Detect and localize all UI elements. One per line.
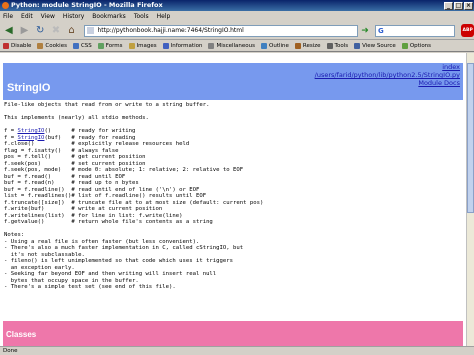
stringio-link[interactable]: StringIO (17, 128, 44, 134)
module-header: StringIO index /users/farid/python/lib/p… (3, 63, 463, 100)
go-button[interactable]: ➜ (361, 25, 371, 37)
css-icon (72, 42, 79, 49)
page-content: StringIO index /users/farid/python/lib/p… (0, 53, 466, 346)
tools-icon (326, 42, 333, 49)
search-box[interactable]: G (375, 24, 456, 37)
vertical-scrollbar[interactable] (466, 53, 474, 346)
index-link[interactable]: index (315, 63, 460, 71)
menu-view[interactable]: View (41, 13, 55, 20)
menu-edit[interactable]: Edit (21, 13, 33, 20)
doc-line: - There's a simple test set (see end of … (4, 284, 176, 290)
forms-icon (97, 42, 104, 49)
google-search-icon: G (378, 26, 384, 35)
outline-icon (261, 42, 268, 49)
page-favicon-icon (87, 27, 95, 34)
toolbar-label: Resize (302, 42, 321, 49)
module-docs-link[interactable]: Module Docs (315, 79, 460, 87)
menu-file[interactable]: File (3, 13, 13, 20)
classes-heading: Classes (6, 330, 37, 339)
toolbar-forms-button[interactable]: Forms (97, 42, 123, 49)
cookies-icon (37, 42, 44, 49)
toolbar-misc-button[interactable]: Miscellaneous (208, 42, 256, 49)
module-title: StringIO (7, 82, 51, 94)
toolbar-cookies-button[interactable]: Cookies (37, 42, 67, 49)
misc-icon (208, 42, 215, 49)
toolbar-label: Information (170, 42, 203, 49)
images-icon (128, 42, 135, 49)
toolbar-options-button[interactable]: Options (401, 42, 432, 49)
navigation-toolbar: ◀ ▶ ↻ ✖ ⌂ http://pythonbook.hajji.name:7… (0, 22, 474, 40)
toolbar-label: Disable (11, 42, 32, 49)
url-text: http://pythonbook.hajji.name:7464/String… (97, 27, 244, 34)
minimize-button[interactable]: _ (444, 1, 453, 10)
status-bar: Done (0, 346, 474, 355)
menu-bar: File Edit View History Bookmarks Tools H… (0, 11, 474, 22)
toolbar-resize-button[interactable]: Resize (294, 42, 321, 49)
toolbar-label: View Source (362, 42, 396, 49)
source-file-link[interactable]: /users/farid/python/lib/python2.5/String… (315, 71, 460, 79)
stop-button[interactable]: ✖ (49, 24, 63, 38)
home-button[interactable]: ⌂ (65, 24, 79, 38)
toolbar-images-button[interactable]: Images (128, 42, 157, 49)
adblock-icon[interactable]: ABP (461, 24, 474, 37)
window-title-bar: Python: module StringIO - Mozilla Firefo… (0, 0, 474, 11)
reload-button[interactable]: ↻ (33, 24, 47, 38)
url-bar[interactable]: http://pythonbook.hajji.name:7464/String… (84, 24, 359, 37)
toolbar-label: Miscellaneous (216, 42, 256, 49)
toolbar-label: Tools (334, 42, 349, 49)
forward-button[interactable]: ▶ (18, 24, 32, 38)
toolbar-css-button[interactable]: CSS (72, 42, 92, 49)
web-developer-toolbar: Disable Cookies CSS Forms Images Information M… (0, 40, 474, 52)
toolbar-label: Cookies (45, 42, 67, 49)
options-icon (401, 42, 408, 49)
firefox-icon (2, 2, 9, 9)
scrollbar-thumb[interactable] (467, 63, 474, 213)
toolbar-outline-button[interactable]: Outline (261, 42, 289, 49)
maximize-button[interactable]: □ (454, 1, 463, 10)
header-links: index /users/farid/python/lib/python2.5/… (315, 63, 460, 87)
toolbar-label: Options (409, 42, 432, 49)
menu-tools[interactable]: Tools (134, 13, 149, 20)
toolbar-label: Images (136, 42, 157, 49)
toolbar-label: CSS (80, 42, 92, 49)
toolbar-disable-button[interactable]: Disable (3, 42, 32, 49)
toolbar-label: Forms (105, 42, 123, 49)
view-source-icon (354, 42, 361, 49)
menu-history[interactable]: History (63, 13, 84, 20)
menu-help[interactable]: Help (157, 13, 171, 20)
toolbar-tools-button[interactable]: Tools (326, 42, 349, 49)
stringio-link[interactable]: StringIO (17, 135, 44, 141)
toolbar-label: Outline (269, 42, 289, 49)
toolbar-information-button[interactable]: Information (162, 42, 203, 49)
toolbar-view-source-button[interactable]: View Source (354, 42, 396, 49)
window-title: Python: module StringIO - Mozilla Firefo… (11, 1, 163, 9)
back-button[interactable]: ◀ (2, 24, 16, 38)
status-text: Done (3, 348, 18, 354)
close-button[interactable]: × (464, 1, 473, 10)
resize-icon (294, 42, 301, 49)
module-docstring: File-like objects that read from or writ… (4, 102, 462, 291)
classes-section-header: Classes (3, 321, 463, 346)
menu-bookmarks[interactable]: Bookmarks (92, 13, 126, 20)
disable-icon (3, 42, 9, 49)
information-icon (162, 42, 169, 49)
